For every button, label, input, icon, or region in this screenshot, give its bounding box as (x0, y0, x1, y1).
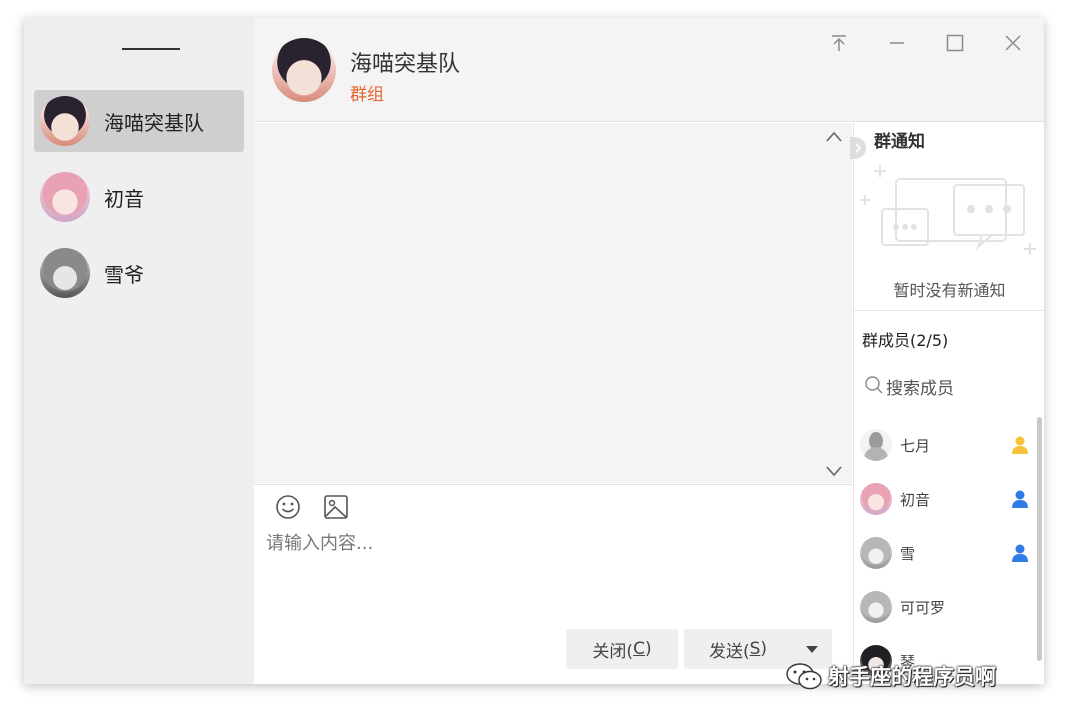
avatar (40, 248, 90, 298)
send-button-label-end: ) (760, 639, 768, 659)
member-item[interactable]: 可可罗 (860, 587, 1030, 627)
chevron-up-icon[interactable] (824, 129, 844, 145)
member-name: 初音 (900, 490, 931, 509)
chat-type-label: 群组 (350, 85, 384, 105)
chevron-down-icon[interactable] (824, 463, 844, 479)
conversation-name: 初音 (104, 186, 144, 211)
close-button-label: 关闭( (592, 641, 634, 662)
members-scrollbar[interactable] (1037, 417, 1042, 661)
notice-title: 群通知 (874, 132, 925, 152)
chevron-right-icon (855, 143, 862, 153)
maximize-button[interactable] (942, 30, 968, 56)
member-name: 可可罗 (900, 598, 946, 617)
image-icon[interactable] (322, 493, 350, 521)
chat-title: 海喵突基队 (350, 52, 461, 77)
member-name: 雪 (900, 544, 916, 563)
avatar (860, 537, 892, 569)
conversation-name: 海喵突基队 (104, 110, 204, 135)
group-avatar[interactable] (272, 38, 336, 102)
close-window-button[interactable] (1000, 30, 1026, 56)
online-user-icon (1012, 490, 1028, 508)
notice-empty-text: 暂时没有新通知 (893, 281, 1006, 300)
pin-top-button[interactable] (826, 30, 852, 56)
member-name: 七月 (900, 436, 931, 455)
watermark-text: 射手座的程序员啊 (828, 665, 996, 689)
message-list[interactable] (254, 123, 852, 483)
member-item[interactable]: 雪 (860, 533, 1030, 573)
minimize-button[interactable] (884, 30, 910, 56)
conversation-item-xueye[interactable]: 雪爷 (34, 242, 244, 304)
send-button[interactable]: 发送(S) (684, 629, 792, 669)
avatar (40, 172, 90, 222)
search-icon (865, 376, 883, 394)
sidebar-top-bar (24, 18, 254, 88)
minimize-icon (890, 42, 904, 44)
wechat-icon (786, 663, 822, 690)
message-input[interactable] (266, 529, 836, 619)
conversation-item-group[interactable]: 海喵突基队 (34, 90, 244, 152)
collapse-panel-button[interactable] (850, 137, 866, 159)
member-item[interactable]: 七月 (860, 425, 1030, 465)
group-info-panel: 群通知 暂时没有新通知 群成员(2/5) 搜索成员 七月 初音 雪 可可罗 琴 (850, 123, 1044, 684)
owner-role-icon (1012, 436, 1028, 454)
emoji-icon[interactable] (274, 493, 302, 521)
pin-top-icon (832, 35, 846, 51)
group-notice-section: 群通知 暂时没有新通知 (850, 123, 1044, 311)
caret-down-icon (806, 646, 818, 653)
member-item[interactable]: 初音 (860, 479, 1030, 519)
close-icon (1005, 35, 1021, 51)
maximize-icon (946, 34, 964, 52)
watermark: 射手座的程序员啊 (784, 658, 996, 694)
chat-header: 海喵突基队 群组 (254, 18, 1044, 122)
conversation-sidebar: 海喵突基队 初音 雪爷 (24, 18, 254, 684)
avatar (860, 591, 892, 623)
close-button[interactable]: 关闭(C) (566, 629, 678, 669)
composer: 关闭(C) 发送(S) (254, 484, 852, 684)
send-shortcut-key: S (749, 639, 761, 659)
send-button-label: 发送( (708, 641, 750, 662)
avatar (40, 96, 90, 146)
avatar (860, 483, 892, 515)
empty-notice-illustration (860, 165, 1036, 255)
avatar (860, 429, 892, 461)
conversation-name: 雪爷 (104, 262, 144, 287)
members-count-title: 群成员(2/5) (862, 331, 949, 350)
online-user-icon (1012, 544, 1028, 562)
member-search-input[interactable] (886, 377, 1026, 401)
close-shortcut-key: C (633, 639, 645, 659)
chat-window: 海喵突基队 初音 雪爷 海喵突基队 群组 请输入内容... 关闭(C) 发送… (24, 18, 1044, 684)
close-button-label-end: ) (644, 639, 652, 659)
sidebar-menu-handle[interactable] (122, 48, 180, 50)
conversation-item-chuyin[interactable]: 初音 (34, 166, 244, 228)
